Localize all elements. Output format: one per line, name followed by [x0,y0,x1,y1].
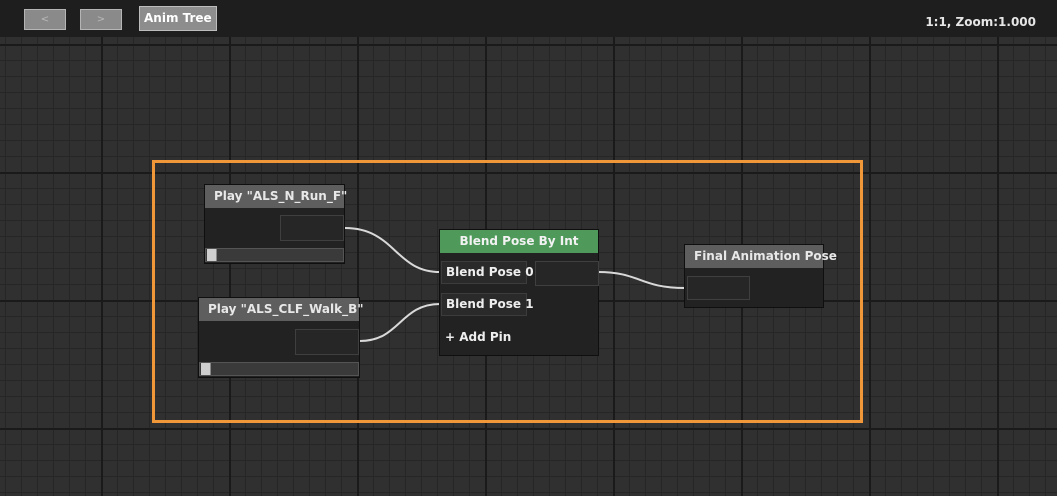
node-title: Blend Pose By Int [440,230,598,253]
blend-pose-1-pin[interactable]: Blend Pose 1 [441,293,534,316]
node-play-walk[interactable]: Play "ALS_CLF_Walk_B" [198,297,364,378]
node-play-run[interactable]: Play "ALS_N_Run_F" [204,184,347,264]
slider-handle[interactable] [207,249,217,261]
node-title: Play "ALS_N_Run_F" [205,185,347,208]
node-blend-pose-by-int[interactable]: Blend Pose By Int Blend Pose 0 Blend Pos… [439,229,599,356]
output-pose-pin[interactable] [535,261,599,286]
output-pose-pin[interactable] [295,329,359,355]
node-final-animation-pose[interactable]: Final Animation Pose [684,244,837,308]
playback-slider[interactable] [199,362,359,376]
back-button[interactable]: < [24,9,66,30]
slider-handle[interactable] [201,363,211,375]
blend-pose-0-pin[interactable]: Blend Pose 0 [441,261,534,284]
toolbar: < > Anim Tree 1:1, Zoom:1.000 [0,0,1057,38]
node-title: Final Animation Pose [685,245,837,268]
zoom-indicator: 1:1, Zoom:1.000 [925,15,1036,29]
tab-anim-tree[interactable]: Anim Tree [139,6,217,31]
forward-button[interactable]: > [80,9,122,30]
node-title: Play "ALS_CLF_Walk_B" [199,298,364,321]
output-pose-pin[interactable] [280,215,344,241]
playback-slider[interactable] [205,248,344,262]
result-pose-pin[interactable] [687,276,750,300]
add-pin-button[interactable]: + Add Pin [445,330,511,344]
